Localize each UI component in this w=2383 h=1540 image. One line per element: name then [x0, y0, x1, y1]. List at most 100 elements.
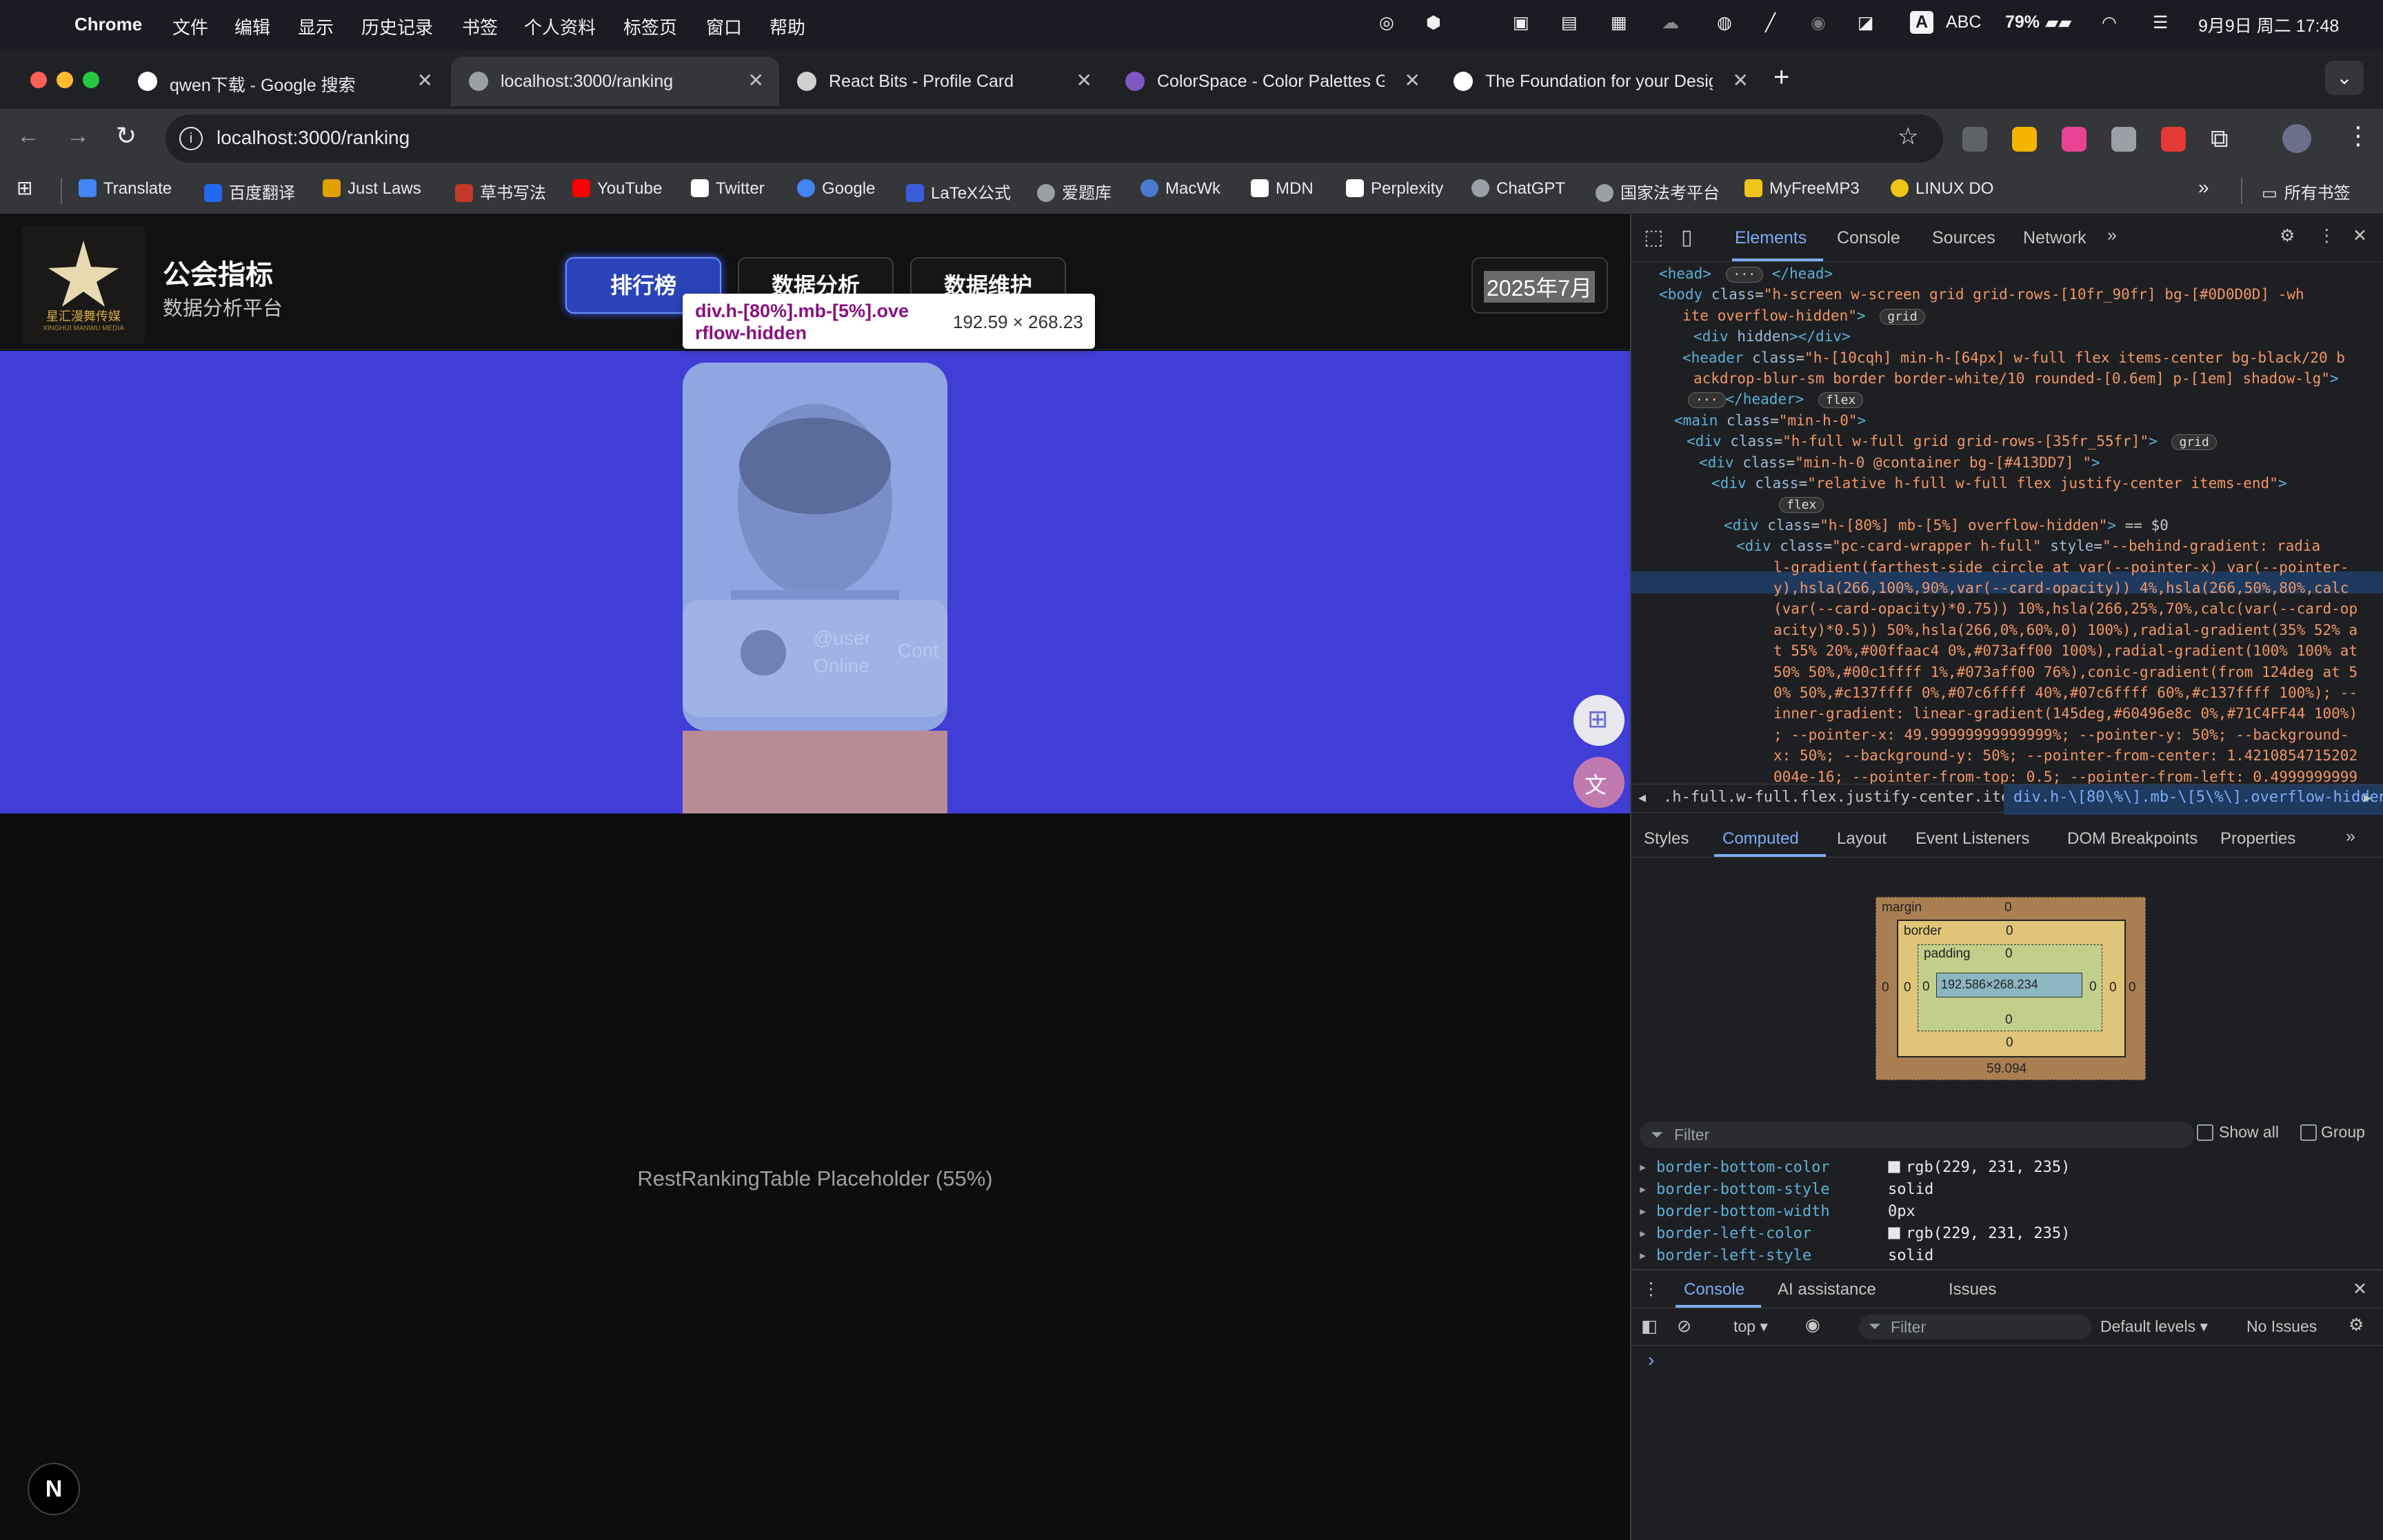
input-method-icon[interactable]: A	[1910, 11, 1934, 34]
computed-property-row[interactable]: ▸ border-left-color rgb(229, 231, 235)	[1638, 1225, 2070, 1242]
extension-translate-icon[interactable]	[2062, 127, 2087, 152]
dom-node-line[interactable]: 004e-16; --pointer-from-top: 0.5; --poin…	[1773, 769, 2357, 785]
airdrop-status-icon[interactable]: ◉	[1811, 12, 1826, 33]
cube-status-icon[interactable]: ⬢	[1426, 12, 1441, 33]
subtab-styles[interactable]: Styles	[1644, 829, 1689, 849]
dom-node-line[interactable]: 0% 50%,#c137ffff 0%,#07c6ffff 40%,#07c6f…	[1773, 685, 2357, 701]
dom-node-line[interactable]: <div class="relative h-full w-full flex …	[1711, 475, 2287, 492]
live-expression-eye-icon[interactable]: ◉	[1805, 1315, 1820, 1335]
reload-icon[interactable]: ↻	[116, 121, 137, 150]
dom-node-line[interactable]: x: 50%; --background-y: 50%; --pointer-f…	[1773, 747, 2357, 764]
close-tab-icon[interactable]: ✕	[748, 69, 764, 92]
devtools-tab-network[interactable]: Network	[2023, 228, 2087, 248]
bookmark-macwk[interactable]: MacWk	[1140, 179, 1220, 199]
back-icon[interactable]: ←	[17, 123, 40, 150]
site-info-icon[interactable]: i	[179, 127, 203, 150]
window-zoom-button[interactable]	[83, 72, 99, 88]
drawer-divider[interactable]	[1631, 1269, 2383, 1270]
inspect-element-icon[interactable]: ⬚	[1644, 225, 1663, 250]
close-tab-icon[interactable]: ✕	[1733, 69, 1749, 92]
dom-node-line[interactable]: <div class="h-full w-full grid grid-rows…	[1687, 433, 2217, 451]
dom-node-line[interactable]: l-gradient(farthest-side circle at var(-…	[1773, 559, 2349, 576]
bookmark-aitiku[interactable]: 爱题库	[1037, 179, 1112, 203]
dom-node-line[interactable]: inner-gradient: linear-gradient(145deg,#…	[1773, 705, 2357, 722]
dom-node-line[interactable]: y),hsla(266,100%,90%,var(--card-opacity)…	[1773, 580, 2349, 596]
bookmark-just-laws[interactable]: Just Laws	[323, 179, 421, 199]
dom-node-line[interactable]: <body class="h-screen w-screen grid grid…	[1659, 286, 2304, 303]
wifi-icon[interactable]: ◠	[2102, 12, 2117, 33]
console-filter-input[interactable]: ⏷ Filter	[1859, 1315, 2092, 1339]
bookmark-baidu-fanyi[interactable]: 百度翻译	[204, 179, 295, 203]
menu-item-window[interactable]: 窗口	[706, 14, 742, 39]
tab-google-search[interactable]: qwen下载 - Google 搜索 ✕	[120, 57, 448, 106]
computed-property-row[interactable]: ▸ border-bottom-width 0px	[1638, 1203, 1916, 1220]
input-source-label[interactable]: ABC	[1946, 12, 1981, 32]
menu-item-profiles[interactable]: 个人资料	[524, 14, 596, 39]
address-bar[interactable]: i localhost:3000/ranking ☆	[165, 114, 1943, 163]
bookmark-perplexity[interactable]: Perplexity	[1346, 179, 1443, 199]
show-all-checkbox[interactable]	[2197, 1124, 2213, 1141]
close-tab-icon[interactable]: ✕	[1076, 69, 1092, 92]
subtab-dom-breakpoints[interactable]: DOM Breakpoints	[2067, 829, 2198, 849]
window-close-button[interactable]	[30, 72, 47, 88]
menu-item-view[interactable]: 显示	[298, 14, 334, 39]
subtab-event-listeners[interactable]: Event Listeners	[1916, 829, 2029, 849]
bookmark-caoshu[interactable]: 草书写法	[455, 179, 546, 203]
bookmark-twitter[interactable]: Twitter	[691, 179, 765, 199]
notes-status-icon[interactable]: ▦	[1611, 12, 1627, 33]
breadcrumb-right-icon[interactable]: ▸	[2364, 789, 2371, 807]
tab-react-bits[interactable]: React Bits - Profile Card ✕	[779, 57, 1107, 106]
menu-item-history[interactable]: 历史记录	[361, 14, 433, 39]
more-subtabs-icon[interactable]: »	[2346, 827, 2355, 847]
devtools-menu-icon[interactable]: ⋮	[2318, 225, 2335, 246]
extension-red-icon[interactable]	[2161, 127, 2186, 152]
chrome-menu-icon[interactable]: ⋮	[2346, 121, 2371, 150]
dom-node-line[interactable]: <div class="h-[80%] mb-[5%] overflow-hid…	[1724, 517, 2169, 534]
dom-node-line[interactable]: ackdrop-blur-sm border border-white/10 r…	[1693, 370, 2339, 387]
compass-status-icon[interactable]: ◍	[1717, 12, 1732, 33]
drawer-menu-icon[interactable]: ⋮	[1642, 1279, 1660, 1299]
device-toolbar-icon[interactable]: ▯	[1681, 225, 1693, 250]
floating-translate-button[interactable]: 文	[1573, 757, 1625, 808]
sidebar-toggle-icon[interactable]: ◧	[1641, 1316, 1658, 1337]
profile-card[interactable]: @user Online Cont	[683, 363, 947, 731]
screenshot-status-icon[interactable]: ▣	[1513, 12, 1529, 33]
dom-node-line[interactable]: ite overflow-hidden"> grid	[1682, 307, 1925, 325]
bookmark-myfreemp3[interactable]: MyFreeMP3	[1744, 179, 1860, 199]
window-minimize-button[interactable]	[57, 72, 73, 88]
menubar-datetime[interactable]: 9月9日 周二 17:48	[2198, 12, 2339, 37]
console-settings-icon[interactable]: ⚙	[2349, 1315, 2364, 1335]
dom-node-line[interactable]: acity)*0.5)) 50%,hsla(266,0%,60%,0) 100%…	[1773, 622, 2357, 638]
bookmark-translate[interactable]: Translate	[79, 179, 172, 199]
dom-node-line[interactable]: <head> ··· </head>	[1659, 265, 1833, 283]
close-drawer-icon[interactable]: ✕	[2353, 1279, 2367, 1299]
share-status-icon[interactable]: ◪	[1858, 12, 1874, 33]
menu-item-file[interactable]: 文件	[172, 14, 208, 39]
close-devtools-icon[interactable]: ✕	[2353, 225, 2367, 246]
tab-colorspace[interactable]: ColorSpace - Color Palettes G ✕	[1107, 57, 1436, 106]
dom-node-line[interactable]: 50% 50%,#00c1ffff 1%,#073aff00 76%),coni…	[1773, 664, 2357, 680]
subtab-layout[interactable]: Layout	[1837, 829, 1887, 849]
dom-node-line[interactable]: <div hidden></div>	[1693, 328, 1851, 345]
date-select[interactable]: 2025年7月	[1471, 257, 1608, 314]
menu-item-bookmarks[interactable]: 书签	[462, 14, 498, 39]
subtab-computed[interactable]: Computed	[1722, 829, 1799, 849]
dom-node-line[interactable]: <div class="min-h-0 @container bg-[#413D…	[1699, 454, 2100, 471]
new-tab-icon[interactable]: +	[1773, 62, 1789, 93]
bookmark-latex[interactable]: LaTeX公式	[906, 179, 1011, 203]
camera-extension-icon[interactable]	[2111, 127, 2136, 152]
log-levels-select[interactable]: Default levels ▾	[2100, 1317, 2208, 1336]
tab-localhost-ranking[interactable]: localhost:3000/ranking ✕	[451, 57, 779, 106]
devtools-tab-sources[interactable]: Sources	[1932, 228, 1995, 248]
clear-console-icon[interactable]: ⊘	[1677, 1316, 1691, 1337]
computed-property-row[interactable]: ▸ border-bottom-color rgb(229, 231, 235)	[1638, 1159, 2070, 1176]
cloud-status-icon[interactable]: ☁	[1662, 12, 1679, 33]
dom-node-line[interactable]: <header class="h-[10cqh] min-h-[64px] w-…	[1682, 349, 2345, 366]
drawer-tab-console[interactable]: Console	[1684, 1280, 1744, 1299]
devtools-tab-elements[interactable]: Elements	[1735, 228, 1807, 248]
dom-node-line[interactable]: (var(--card-opacity)*0.75)) 10%,hsla(266…	[1773, 600, 2357, 617]
drawer-tab-issues[interactable]: Issues	[1949, 1280, 1996, 1299]
nextjs-dev-indicator[interactable]: N	[28, 1463, 80, 1515]
openai-status-icon[interactable]: ◎	[1379, 12, 1394, 33]
contact-button[interactable]: Cont	[898, 640, 938, 662]
